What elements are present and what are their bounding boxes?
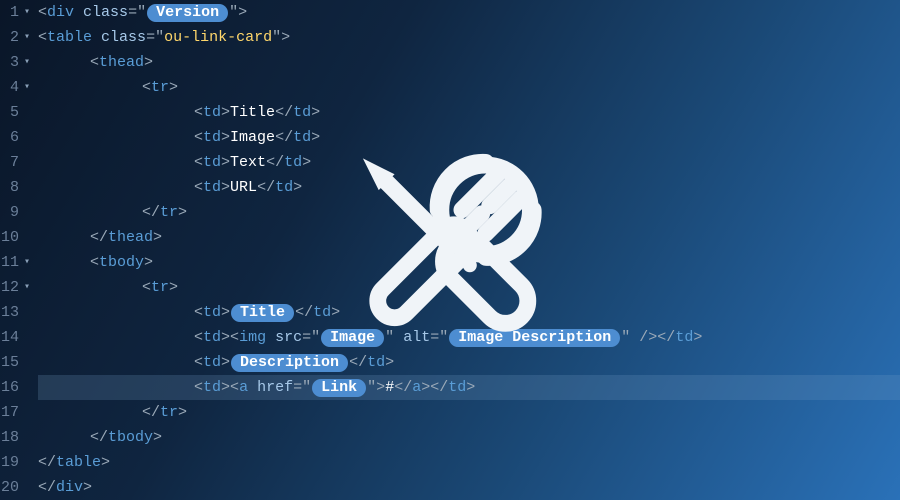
fold-toggle[interactable]: ▾ [22,50,30,75]
line-number: 14 [0,325,32,350]
code-line: </table> [38,450,900,475]
line-number: 17 [0,400,32,425]
code-line: <tr> [38,75,900,100]
fold-toggle[interactable]: ▾ [22,275,30,300]
line-number-gutter: 1▾ 2▾ 3▾ 4▾ 5 6 7 8 9 10 11▾ 12▾ 13 14 1… [0,0,34,500]
line-number: 20 [0,475,32,500]
placeholder-pill[interactable]: Title [231,304,294,322]
line-number: 12▾ [0,275,32,300]
code-line: <td>Image</td> [38,125,900,150]
code-line: <thead> [38,50,900,75]
code-line: <td>Description</td> [38,350,900,375]
line-number: 13 [0,300,32,325]
code-editor: 1▾ 2▾ 3▾ 4▾ 5 6 7 8 9 10 11▾ 12▾ 13 14 1… [0,0,900,500]
line-number: 5 [0,100,32,125]
placeholder-pill[interactable]: Image Description [449,329,620,347]
code-line: <td>Title</td> [38,300,900,325]
line-number: 10 [0,225,32,250]
line-number: 1▾ [0,0,32,25]
fold-toggle[interactable]: ▾ [22,0,30,25]
line-number: 19 [0,450,32,475]
line-number: 11▾ [0,250,32,275]
line-number: 8 [0,175,32,200]
placeholder-pill[interactable]: Description [231,354,348,372]
fold-toggle[interactable]: ▾ [22,75,30,100]
placeholder-pill[interactable]: Version [147,4,228,22]
line-number: 15 [0,350,32,375]
code-line: <div class="Version"> [38,0,900,25]
code-line: </tbody> [38,425,900,450]
code-line: </tr> [38,400,900,425]
code-line: </tr> [38,200,900,225]
code-line: <td><img src="Image" alt="Image Descript… [38,325,900,350]
code-line: <td>Text</td> [38,150,900,175]
code-line: </div> [38,475,900,500]
line-number: 9 [0,200,32,225]
fold-toggle[interactable]: ▾ [22,250,30,275]
code-line: <td>URL</td> [38,175,900,200]
line-number: 2▾ [0,25,32,50]
code-line: <td>Title</td> [38,100,900,125]
line-number: 16 [0,375,32,400]
code-line: </thead> [38,225,900,250]
code-line: <table class="ou-link-card"> [38,25,900,50]
code-line: <tr> [38,275,900,300]
code-area[interactable]: <div class="Version"> <table class="ou-l… [34,0,900,500]
fold-toggle[interactable]: ▾ [22,25,30,50]
line-number: 18 [0,425,32,450]
line-number: 3▾ [0,50,32,75]
code-line-active: <td><a href="Link">#</a></td> [38,375,900,400]
line-number: 7 [0,150,32,175]
line-number: 4▾ [0,75,32,100]
placeholder-pill[interactable]: Image [321,329,384,347]
line-number: 6 [0,125,32,150]
placeholder-pill[interactable]: Link [312,379,366,397]
code-line: <tbody> [38,250,900,275]
